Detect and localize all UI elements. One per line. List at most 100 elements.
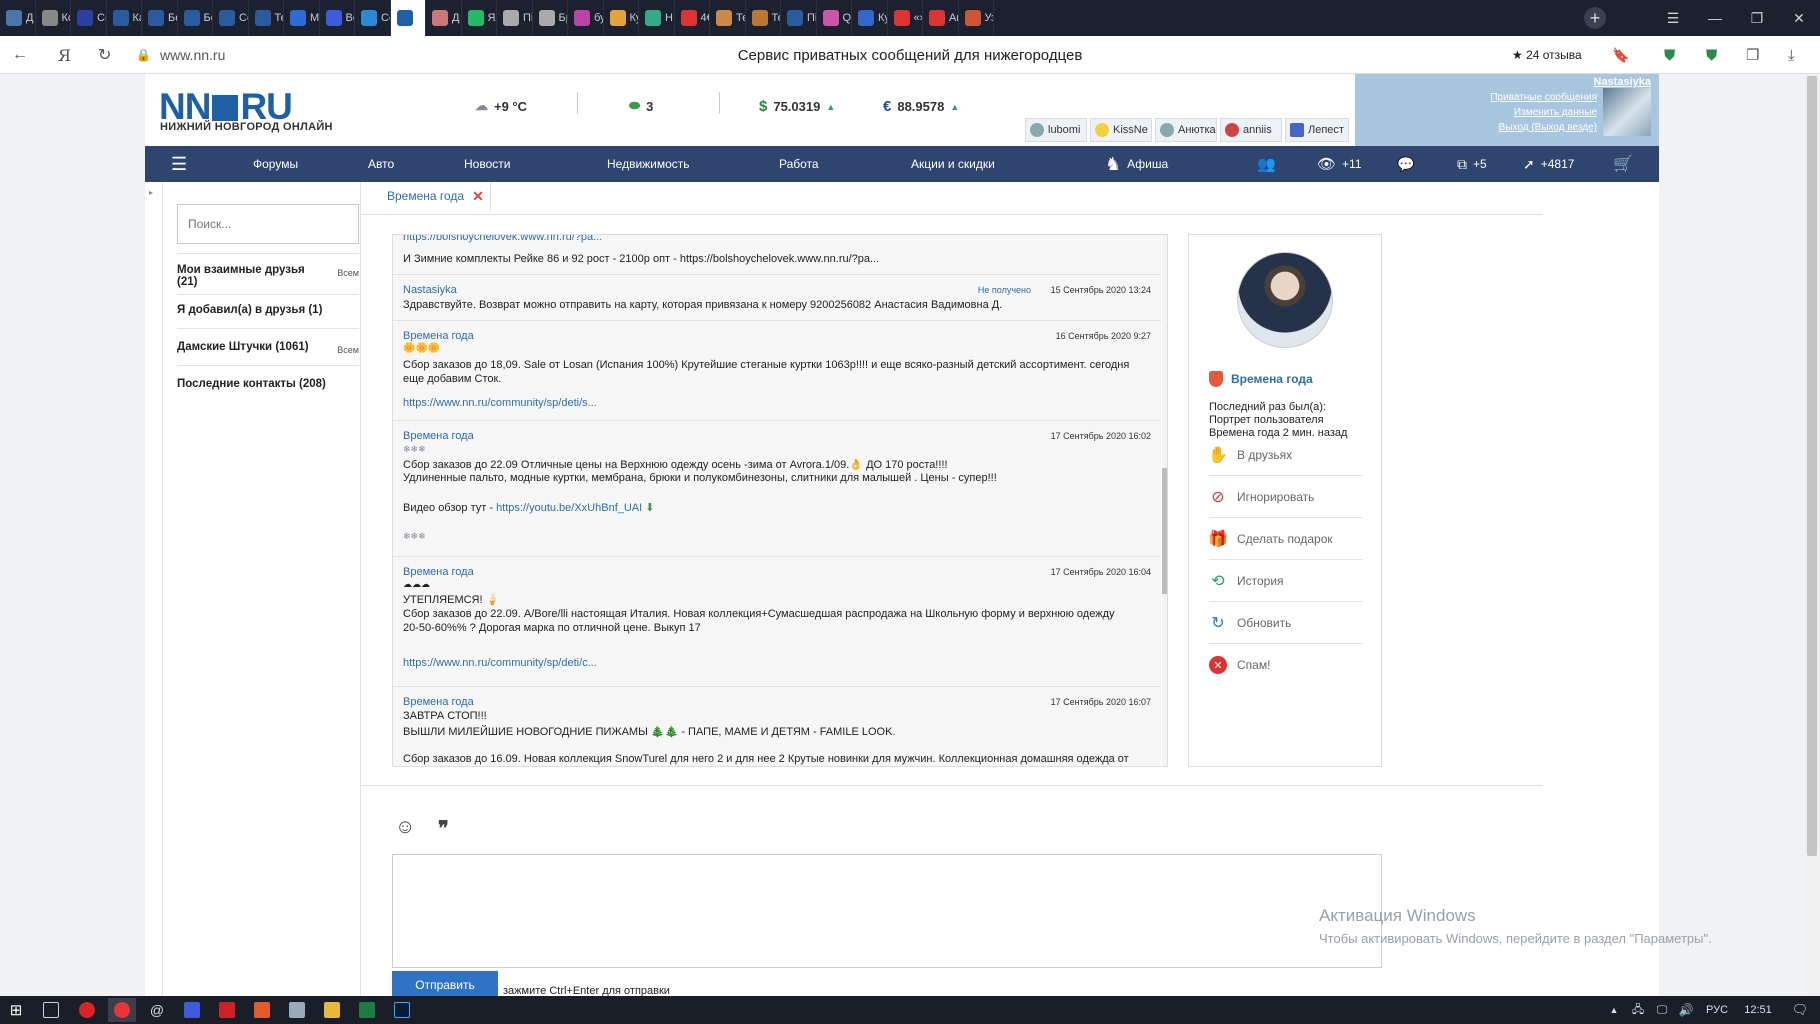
user-name-link[interactable]: Nastasiyka [1594, 76, 1652, 88]
browser-tab[interactable]: Н [639, 0, 675, 36]
extension-icon[interactable]: ⛊ [1706, 36, 1717, 74]
stack-counter[interactable]: ⧉ +5 [1457, 146, 1487, 182]
opera-icon[interactable] [73, 998, 101, 1022]
tab-conversation[interactable]: Времена года ✕ [381, 182, 491, 212]
message-list[interactable]: https://bolshoychelovek.www.nn.ru/?pa...… [392, 234, 1168, 767]
download-icon[interactable]: ⤓ [1788, 36, 1795, 74]
browser-tab[interactable]: Те [710, 0, 746, 36]
browser-tab[interactable]: Ка [107, 0, 142, 36]
bookmark-icon[interactable]: 🔖 [1612, 36, 1629, 74]
scrollbar-thumb[interactable] [1807, 76, 1817, 856]
close-window-button[interactable]: ✕ [1778, 0, 1820, 36]
profile-name[interactable]: Времена года [1209, 371, 1313, 387]
browser-tab-active[interactable]: ✕ [390, 0, 426, 36]
logout-link[interactable]: Выход (Выход везде) [1499, 122, 1597, 133]
nav-item-deals[interactable]: Акции и скидки [911, 146, 995, 182]
weather-widget[interactable]: ☁ +9 °C [475, 98, 527, 114]
rating-counter[interactable]: ➚ +4817 [1523, 146, 1574, 182]
notifications-icon[interactable]: 🗨 [1786, 998, 1814, 1022]
browser-tab[interactable]: Сс [213, 0, 249, 36]
message-author[interactable]: Времена года [403, 430, 474, 442]
volume-icon[interactable]: 🔊 [1672, 998, 1700, 1022]
history-button[interactable]: ⟲ История [1209, 560, 1363, 602]
browser-tab[interactable]: Ку [604, 0, 639, 36]
browser-tab[interactable]: Те [249, 0, 284, 36]
nav-item-forums[interactable]: Форумы [253, 146, 298, 182]
task-view-icon[interactable] [37, 998, 65, 1022]
refresh-button[interactable]: ↻ Обновить [1209, 602, 1363, 644]
emoji-icon[interactable]: ☺ [395, 816, 415, 839]
minimize-button[interactable]: — [1694, 0, 1736, 36]
message-author[interactable]: Nastasiyka [403, 284, 457, 296]
quote-icon[interactable]: ❞ [438, 816, 449, 840]
video-app-icon[interactable] [213, 998, 241, 1022]
ignore-button[interactable]: ⊘ Игнорировать [1209, 476, 1363, 518]
friend-group[interactable]: Дамские Штучки (1061) Всем [177, 341, 359, 355]
clock[interactable]: 12:51 [1740, 998, 1776, 1022]
online-user-badge[interactable]: anniis [1220, 118, 1282, 142]
views-counter[interactable]: 👁 +11 [1317, 146, 1362, 182]
extension-icon[interactable]: ⛊ [1664, 36, 1675, 74]
online-user-badge[interactable]: Лепест [1285, 118, 1349, 142]
online-user-badge[interactable]: KissNe [1090, 118, 1152, 142]
friend-group[interactable]: Мои взаимные друзья (21) Всем [177, 264, 359, 288]
friends-icon[interactable]: 👥 [1257, 146, 1276, 182]
message-author[interactable]: Времена года [403, 566, 474, 578]
spam-button[interactable]: ✕ Спам! [1209, 644, 1363, 686]
browser-tab[interactable]: «» [888, 0, 923, 36]
cart-icon[interactable]: 🛒 [1613, 146, 1633, 182]
brave-icon[interactable] [248, 998, 276, 1022]
start-button[interactable]: ⊞ [2, 998, 30, 1022]
all-label[interactable]: Всем [337, 268, 359, 278]
maximize-button[interactable]: ❐ [1736, 0, 1778, 36]
message-link[interactable]: https://bolshoychelovek.www.nn.ru/?pa... [403, 235, 602, 243]
scrollbar-thumb[interactable] [1162, 468, 1167, 594]
browser-tab[interactable]: Ку [852, 0, 888, 36]
browser-tab[interactable]: С( [71, 0, 107, 36]
browser-menu-icon[interactable]: ☰ [1652, 0, 1694, 36]
close-icon[interactable]: ✕ [472, 188, 484, 205]
friend-group[interactable]: Я добавил(а) в друзья (1) [177, 304, 359, 316]
new-tab-button[interactable]: + [1584, 7, 1606, 29]
back-arrow-icon[interactable]: ← [12, 36, 28, 74]
browser-tab[interactable]: М [284, 0, 320, 36]
online-user-badge[interactable]: lubomi [1025, 118, 1087, 142]
browser-tab[interactable]: Пі [497, 0, 533, 36]
browser-tab[interactable]: бу [568, 0, 604, 36]
message-link[interactable]: https://www.nn.ru/community/sp/deti/c... [403, 657, 597, 669]
lock-icon[interactable]: 🔒 [136, 36, 151, 74]
nav-item-news[interactable]: Новости [464, 146, 510, 182]
browser-tab[interactable]: Бе [142, 0, 178, 36]
excel-icon[interactable] [353, 998, 381, 1022]
friend-group[interactable]: Последние контакты (208) [177, 378, 359, 390]
message-link[interactable]: https://youtu.be/XxUhBnf_UAI [496, 502, 642, 514]
browser-tab[interactable]: Д [426, 0, 462, 36]
chat-icon[interactable]: 💬 [1397, 146, 1414, 182]
nav-item-realty[interactable]: Недвижимость [607, 146, 690, 182]
mail-icon[interactable]: @ [143, 998, 171, 1022]
search-input[interactable] [177, 204, 359, 244]
in-friends-button[interactable]: ✋ В друзьях [1208, 434, 1363, 476]
online-user-badge[interactable]: Анютка [1155, 118, 1217, 142]
url-field[interactable]: www.nn.ru [160, 36, 225, 74]
message-author[interactable]: Времена года [403, 696, 474, 708]
message-input[interactable] [392, 854, 1382, 968]
download-icon[interactable]: ⬇ [645, 502, 654, 514]
browser-tab[interactable]: 4€ [675, 0, 710, 36]
collections-icon[interactable]: ❐ [1746, 36, 1759, 74]
nav-item-jobs[interactable]: Работа [779, 146, 819, 182]
traffic-widget[interactable]: ⬬ 3 [629, 98, 653, 114]
sidebar-toggle[interactable]: ▸ [145, 182, 163, 996]
browser-tab[interactable]: Уз [959, 0, 994, 36]
all-label[interactable]: Всем [337, 345, 359, 355]
reload-icon[interactable]: ↻ [98, 36, 111, 74]
nav-item-auto[interactable]: Авто [368, 146, 394, 182]
photoshop-icon[interactable] [388, 998, 416, 1022]
avatar[interactable] [1603, 88, 1651, 136]
avatar[interactable] [1237, 252, 1333, 348]
private-messages-link[interactable]: Приватные сообщения [1490, 92, 1597, 103]
browser-tab[interactable]: Те [746, 0, 781, 36]
save-app-icon[interactable] [178, 998, 206, 1022]
language-indicator[interactable]: РУС [1700, 998, 1734, 1022]
reviews-badge[interactable]: ★ 24 отзыва [1512, 36, 1582, 74]
